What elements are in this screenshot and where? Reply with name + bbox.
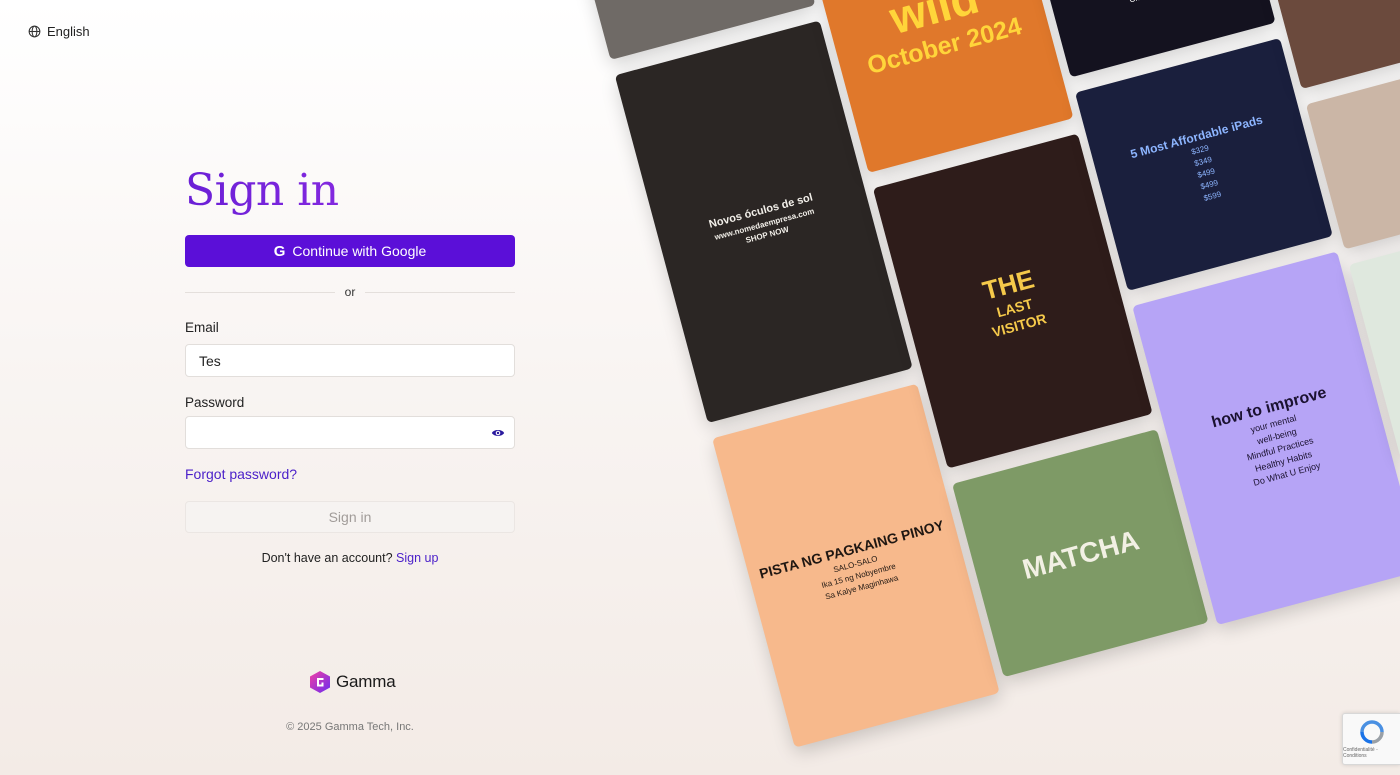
email-label: Email — [185, 320, 219, 335]
gamma-brand: Gamma — [308, 670, 396, 694]
google-icon: G — [273, 242, 286, 260]
card-text: $499 — [1199, 178, 1220, 192]
card-text: $499 — [1196, 166, 1217, 181]
template-collage: miseen scèneNovos óculos de solwww.nomed… — [548, 0, 1400, 775]
globe-icon — [28, 25, 41, 38]
signup-prompt: Don't have an account? — [261, 551, 393, 565]
gamma-logo-icon — [310, 671, 330, 693]
card-text: $599 — [1202, 189, 1223, 204]
brand-name: Gamma — [336, 672, 396, 691]
divider-line-right — [365, 292, 515, 293]
password-label: Password — [185, 395, 245, 410]
card-text: MATCHA — [1019, 524, 1143, 585]
show-password-icon[interactable] — [491, 426, 505, 440]
page-title: Sign in — [185, 165, 515, 217]
card-text: Closing the Deal — [1128, 0, 1187, 5]
sign-in-button[interactable]: Sign in — [185, 501, 515, 533]
google-button-label: Continue with Google — [292, 243, 427, 259]
language-selector[interactable]: English — [28, 24, 90, 39]
card-ipads: 5 Most Affordable iPads $329 $349 $499 $499 $… — [1074, 37, 1333, 291]
email-field[interactable] — [185, 344, 515, 377]
language-label: English — [47, 24, 90, 39]
or-divider: or — [185, 283, 515, 301]
recaptcha-badge[interactable]: Confidentialité - Conditions — [1342, 713, 1400, 765]
card-matcha: MATCHA — [952, 429, 1209, 678]
recaptcha-terms: Confidentialité - Conditions — [1343, 747, 1378, 759]
card-text: $349 — [1193, 155, 1213, 169]
card-text: $329 — [1190, 143, 1210, 157]
password-field[interactable] — [185, 416, 515, 449]
recaptcha-icon — [1359, 720, 1384, 744]
continue-with-google-button[interactable]: G Continue with Google — [185, 235, 515, 267]
sign-in-form: Sign in G Continue with Google or Email … — [185, 165, 515, 565]
forgot-password-link[interactable]: Forgot password? — [185, 466, 297, 482]
signup-prompt-row: Don't have an account? Sign up — [185, 551, 515, 565]
sign-up-link[interactable]: Sign up — [396, 551, 438, 565]
copyright-text: © 2025 Gamma Tech, Inc. — [286, 721, 414, 733]
